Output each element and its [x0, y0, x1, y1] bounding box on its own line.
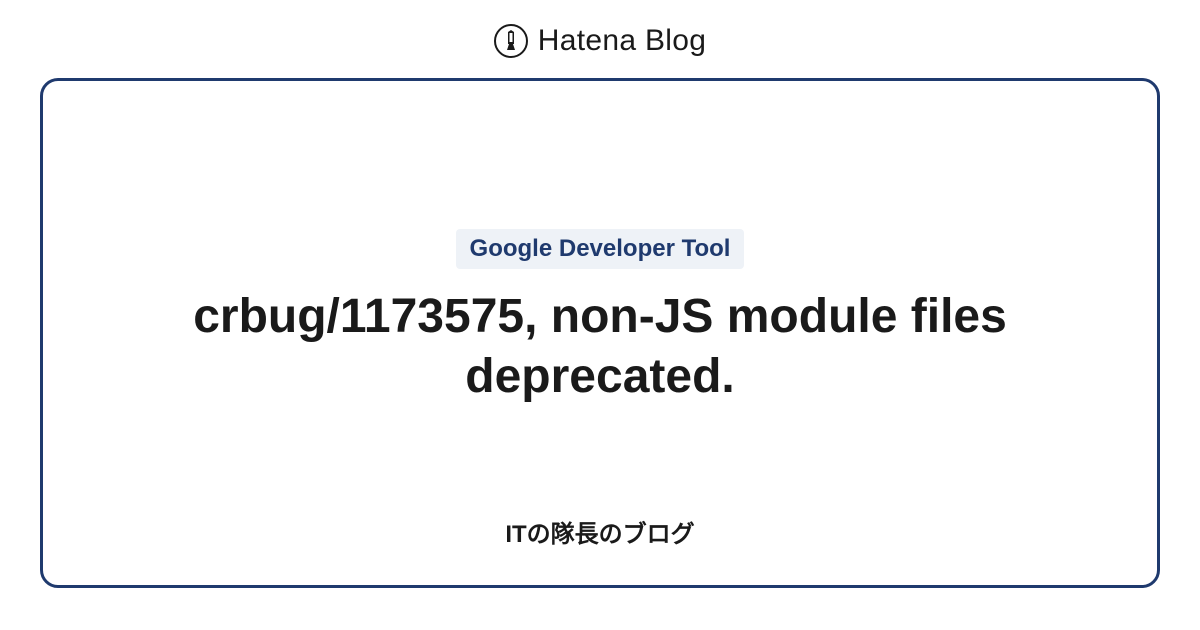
brand-name: Hatena Blog [538, 24, 706, 58]
article-title: crbug/1173575, non-JS module files depre… [150, 287, 1050, 407]
hatena-logo-icon [494, 24, 528, 58]
site-header: Hatena Blog [494, 0, 706, 78]
article-card: Google Developer Tool crbug/1173575, non… [40, 78, 1160, 588]
blog-name: ITの隊長のブログ [505, 514, 694, 549]
category-tag: Google Developer Tool [456, 229, 745, 269]
card-content: Google Developer Tool crbug/1173575, non… [150, 229, 1050, 407]
